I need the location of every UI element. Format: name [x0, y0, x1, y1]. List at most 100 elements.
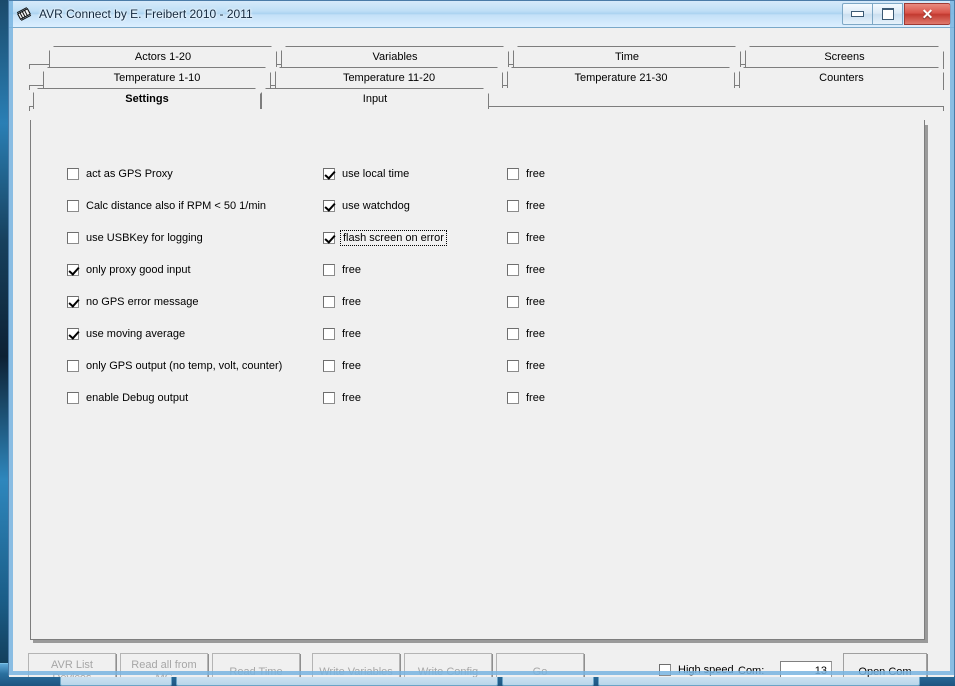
- high-speed-checkbox-box[interactable]: [659, 664, 671, 676]
- tab-screens[interactable]: Screens: [745, 46, 944, 67]
- open-com-button[interactable]: Open Com: [843, 653, 927, 677]
- checkbox-box[interactable]: [507, 328, 519, 340]
- checkbox-label: free: [526, 200, 545, 212]
- tab-counters[interactable]: Counters: [739, 67, 944, 88]
- maximize-icon: [881, 8, 894, 20]
- tab-input[interactable]: Input: [261, 88, 489, 109]
- checkbox-box[interactable]: [323, 360, 335, 372]
- settings-checkbox-row[interactable]: free: [323, 350, 445, 382]
- minimize-icon: [851, 11, 864, 17]
- checkbox-box[interactable]: [507, 232, 519, 244]
- checkbox-box[interactable]: [323, 328, 335, 340]
- settings-checkbox-row[interactable]: free: [507, 350, 545, 382]
- settings-checkbox-row[interactable]: free: [323, 382, 445, 414]
- checkbox-box[interactable]: [67, 296, 79, 308]
- settings-checkbox-row[interactable]: free: [507, 222, 545, 254]
- settings-checkbox-row[interactable]: no GPS error message: [67, 286, 282, 318]
- checkbox-label: free: [526, 360, 545, 372]
- button-label: Write Config: [417, 665, 479, 678]
- settings-checkbox-row[interactable]: flash screen on error: [323, 222, 447, 254]
- tab-label: Settings: [125, 93, 169, 105]
- client-area: Actors 1-20 Variables Time Screens Temperat…: [9, 28, 954, 677]
- checkbox-box[interactable]: [67, 360, 79, 372]
- button-label: AVR List Devices: [51, 659, 93, 677]
- settings-checkbox-row[interactable]: free: [323, 254, 445, 286]
- high-speed-label: High speed: [678, 664, 734, 676]
- settings-checkbox-row[interactable]: free: [507, 158, 545, 190]
- checkbox-box[interactable]: [323, 232, 335, 244]
- checkbox-label: use watchdog: [342, 200, 410, 212]
- settings-checkbox-row[interactable]: use local time: [323, 158, 445, 190]
- tab-label: Temperature 11-20: [342, 72, 436, 84]
- settings-checkbox-row[interactable]: free: [507, 286, 545, 318]
- checkbox-box[interactable]: [323, 168, 335, 180]
- settings-checkbox-row[interactable]: only proxy good input: [67, 254, 282, 286]
- button-label: Go: [532, 665, 548, 678]
- checkbox-box[interactable]: [507, 264, 519, 276]
- tab-row-1: Actors 1-20 Variables Time Screens: [29, 46, 944, 69]
- settings-checkbox-row[interactable]: only GPS output (no temp, volt, counter): [67, 350, 282, 382]
- checkbox-box[interactable]: [67, 392, 79, 404]
- settings-checkbox-row[interactable]: enable Debug output: [67, 382, 282, 414]
- settings-checkbox-row[interactable]: free: [323, 286, 445, 318]
- button-label: Read all from MC: [131, 659, 197, 677]
- checkbox-box[interactable]: [67, 232, 79, 244]
- tab-actors-1-20[interactable]: Actors 1-20: [49, 46, 277, 67]
- com-label: Com:: [738, 665, 765, 677]
- button-label: Write Variables: [319, 665, 393, 678]
- checkbox-box[interactable]: [67, 328, 79, 340]
- checkbox-box[interactable]: [323, 296, 335, 308]
- checkbox-label: use local time: [342, 168, 410, 180]
- settings-checkbox-row[interactable]: Calc distance also if RPM < 50 1/min: [67, 190, 282, 222]
- settings-column-2: use local time use watchdog flash screen o…: [323, 158, 447, 414]
- checkbox-box[interactable]: [67, 168, 79, 180]
- title-bar[interactable]: AVR Connect by E. Freibert 2010 - 2011 ✕: [9, 1, 954, 28]
- settings-checkbox-row[interactable]: free: [507, 318, 545, 350]
- checkbox-box[interactable]: [67, 264, 79, 276]
- panel-shadow-bottom: [33, 640, 928, 643]
- high-speed-checkbox[interactable]: High speed: [659, 664, 734, 676]
- settings-checkbox-row[interactable]: free: [507, 254, 545, 286]
- checkbox-box[interactable]: [507, 392, 519, 404]
- maximize-button[interactable]: [872, 3, 903, 25]
- checkbox-label: free: [342, 328, 361, 340]
- tab-variables[interactable]: Variables: [281, 46, 509, 67]
- avr-list-devices-button: AVR List Devices: [28, 653, 116, 677]
- settings-checkbox-row[interactable]: use watchdog: [323, 190, 445, 222]
- checkbox-box[interactable]: [323, 392, 335, 404]
- close-button[interactable]: ✕: [904, 3, 951, 25]
- screen-root: AVR Connect by E. Freibert 2010 - 2011 ✕…: [0, 0, 955, 686]
- checkbox-label: only GPS output (no temp, volt, counter): [86, 360, 283, 372]
- checkbox-box[interactable]: [507, 200, 519, 212]
- tab-label: Temperature 1-10: [113, 72, 201, 84]
- checkbox-box[interactable]: [507, 168, 519, 180]
- settings-checkbox-row[interactable]: free: [507, 190, 545, 222]
- checkbox-label: free: [526, 168, 545, 180]
- panel-shadow-right: [925, 125, 928, 643]
- tab-settings[interactable]: Settings: [33, 88, 261, 109]
- settings-checkbox-row[interactable]: free: [323, 318, 445, 350]
- checkbox-box[interactable]: [323, 200, 335, 212]
- settings-checkbox-row[interactable]: use USBKey for logging: [67, 222, 282, 254]
- settings-checkbox-grid: act as GPS Proxy Calc distance also if RP…: [31, 120, 924, 639]
- settings-checkbox-row[interactable]: use moving average: [67, 318, 282, 350]
- checkbox-label: use moving average: [86, 328, 186, 340]
- checkbox-box[interactable]: [507, 296, 519, 308]
- checkbox-box[interactable]: [323, 264, 335, 276]
- checkbox-label: no GPS error message: [86, 296, 199, 308]
- com-input[interactable]: 13: [780, 661, 832, 677]
- checkbox-box[interactable]: [507, 360, 519, 372]
- tab-row-3: Settings Input: [29, 88, 944, 111]
- tab-time[interactable]: Time: [513, 46, 741, 67]
- settings-checkbox-row[interactable]: act as GPS Proxy: [67, 158, 282, 190]
- settings-column-3: free free free free free free free free: [507, 158, 545, 414]
- minimize-button[interactable]: [842, 3, 873, 25]
- tab-temperature-21-30[interactable]: Temperature 21-30: [507, 67, 735, 88]
- read-time-button: Read Time: [212, 653, 300, 677]
- tab-temperature-11-20[interactable]: Temperature 11-20: [275, 67, 503, 88]
- checkbox-label: use USBKey for logging: [86, 232, 203, 244]
- checkbox-box[interactable]: [67, 200, 79, 212]
- settings-checkbox-row[interactable]: free: [507, 382, 545, 414]
- tab-temperature-1-10[interactable]: Temperature 1-10: [43, 67, 271, 88]
- chip-icon: [15, 5, 33, 23]
